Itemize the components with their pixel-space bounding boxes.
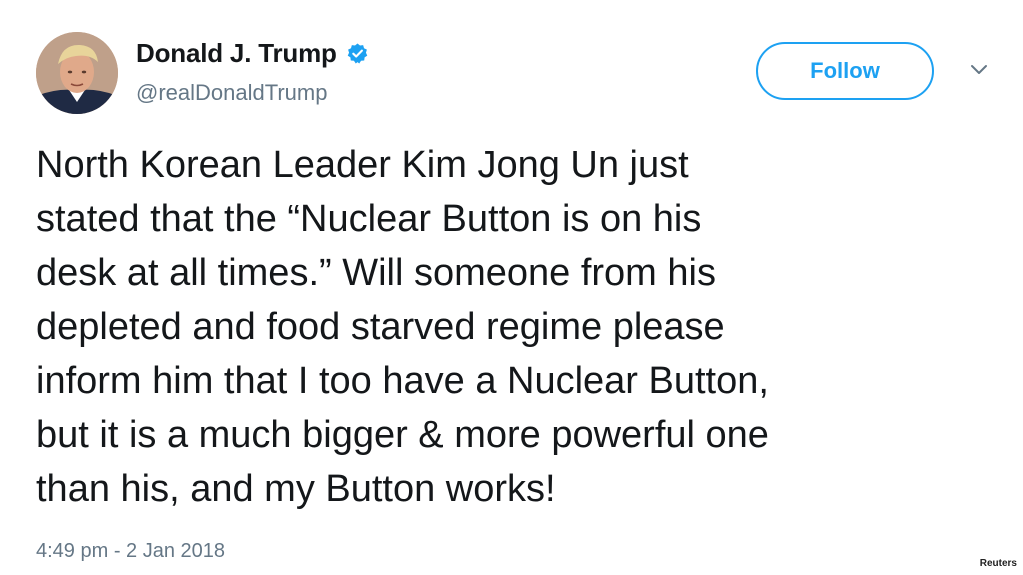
tweet-line: North Korean Leader Kim Jong Un just xyxy=(36,144,689,186)
avatar[interactable] xyxy=(36,32,118,114)
tweet-line: desk at all times.” Will someone from hi… xyxy=(36,252,716,294)
tweet-line: but it is a much bigger & more powerful … xyxy=(36,414,769,456)
profile-photo-icon xyxy=(36,32,118,114)
author-display-name[interactable]: Donald J. Trump xyxy=(136,38,337,69)
source-credit: Reuters xyxy=(977,557,1019,570)
tweet-line: than his, and my Button works! xyxy=(36,468,556,510)
author-handle[interactable]: @realDonaldTrump xyxy=(136,80,327,106)
tweet-text: North Korean Leader Kim Jong Un just sta… xyxy=(36,138,996,516)
tweet-timestamp[interactable]: 4:49 pm - 2 Jan 2018 xyxy=(36,540,225,563)
tweet-line: stated that the “Nuclear Button is on hi… xyxy=(36,198,702,240)
tweet-line: depleted and food starved regime please xyxy=(36,306,725,348)
follow-button[interactable]: Follow xyxy=(756,42,934,100)
author-name-row: Donald J. Trump xyxy=(136,38,369,69)
chevron-down-icon[interactable] xyxy=(968,62,990,78)
tweet-line: inform him that I too have a Nuclear But… xyxy=(36,360,769,402)
verified-badge-icon xyxy=(347,43,367,64)
